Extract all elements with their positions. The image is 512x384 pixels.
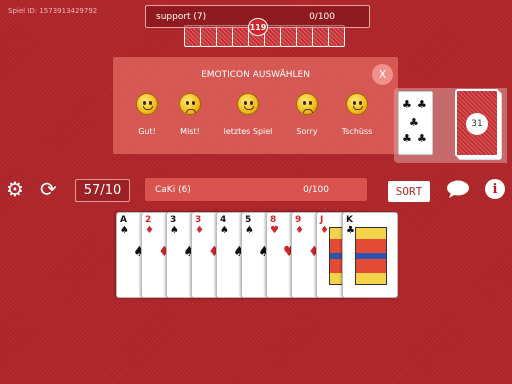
emoticon-label: Tschüss — [341, 127, 373, 136]
card-rank: 8 — [270, 215, 277, 225]
discard-pile-card[interactable]: ♣ ♣ ♣ ♣ ♣ — [398, 91, 433, 155]
sort-button[interactable]: SORT — [388, 181, 430, 202]
club-icon: ♣ — [409, 116, 419, 129]
draw-deck[interactable]: 31 — [455, 89, 499, 157]
player-score: 0/100 — [303, 184, 329, 195]
card-suit-icon: ♠ — [170, 225, 179, 236]
chat-icon[interactable] — [446, 180, 470, 198]
card-suit-icon: ♠ — [245, 225, 254, 236]
emoticon-mist[interactable]: Mist! — [162, 93, 218, 136]
emoticon-label: Mist! — [180, 127, 200, 136]
opponent-name: support (7) — [156, 11, 207, 22]
opponent-badge: 119 — [248, 18, 268, 36]
emoticon-label: Sorry — [296, 127, 318, 136]
refresh-icon[interactable]: ⟳ — [40, 179, 57, 199]
face-card-artwork — [355, 227, 387, 285]
card-suit-icon: ♦ — [320, 225, 329, 236]
club-icon: ♣ — [417, 98, 427, 111]
emoticon-panel: EMOTICON AUSWÄHLEN X Gut! Mist! letztes … — [113, 57, 398, 154]
game-id: Spiel ID: 1573913429792 — [8, 7, 98, 15]
card-suit-icon: ♦ — [195, 225, 204, 236]
card-rank: K — [346, 215, 353, 225]
hand-card[interactable]: K ♣ — [342, 212, 398, 298]
card-rank: 2 — [145, 215, 152, 225]
opponent-card — [200, 25, 217, 47]
emoticon-letztes-spiel[interactable]: letztes Spiel — [220, 93, 276, 136]
sad-emoticon-icon — [179, 93, 201, 115]
card-suit-icon: ♥ — [270, 225, 279, 236]
card-rank: J — [320, 215, 324, 225]
card-suit-icon: ♦ — [145, 225, 154, 236]
emoticon-panel-title: EMOTICON AUSWÄHLEN — [201, 70, 310, 80]
card-rank: 9 — [295, 215, 302, 225]
info-icon[interactable]: i — [485, 179, 505, 199]
card-rank: 4 — [220, 215, 227, 225]
card-rank: 3 — [170, 215, 177, 225]
opponent-card — [312, 25, 329, 47]
player-bar: CaKi (6) 0/100 — [145, 178, 367, 201]
opponent-card — [296, 25, 313, 47]
last-game-emoticon-icon — [237, 93, 259, 115]
club-icon: ♣ — [402, 98, 412, 111]
opponent-score: 0/100 — [309, 11, 335, 22]
deck-count: 31 — [466, 113, 488, 135]
club-icon: ♣ — [402, 132, 412, 145]
opponent-card — [232, 25, 249, 47]
opponent-card — [184, 25, 201, 47]
happy-emoticon-icon — [136, 93, 158, 115]
goodbye-emoticon-icon — [346, 93, 368, 115]
card-rank: 3 — [195, 215, 202, 225]
sorry-emoticon-icon — [296, 93, 318, 115]
emoticon-label: letztes Spiel — [223, 127, 273, 136]
card-suit-icon: ♠ — [220, 225, 229, 236]
card-rank: A — [120, 215, 127, 225]
opponent-card — [328, 25, 345, 47]
player-name: CaKi (6) — [155, 184, 191, 195]
close-icon[interactable]: X — [372, 64, 393, 85]
card-suit-icon: ♠ — [120, 225, 129, 236]
card-suit-icon: ♣ — [346, 225, 355, 236]
emoticon-tschuess[interactable]: Tschüss — [329, 93, 385, 136]
club-icon: ♣ — [417, 132, 427, 145]
card-suit-icon: ♦ — [295, 225, 304, 236]
opponent-card — [216, 25, 233, 47]
game-score: 57/10 — [75, 179, 130, 202]
emoticon-sorry[interactable]: Sorry — [279, 93, 335, 136]
card-rank: 5 — [245, 215, 252, 225]
opponent-card — [280, 25, 297, 47]
gear-icon[interactable]: ⚙ — [6, 179, 24, 199]
